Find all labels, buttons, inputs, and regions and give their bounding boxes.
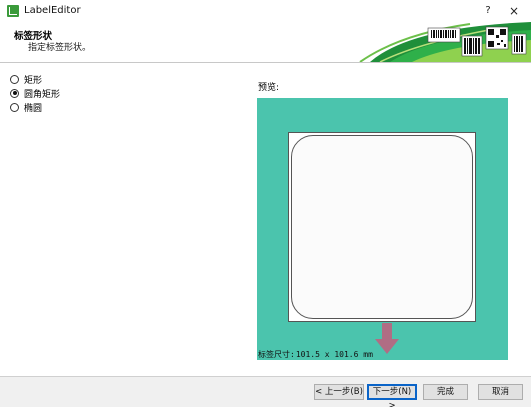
rounded-label-shape <box>291 135 473 319</box>
wizard-footer: < 上一步(B) 下一步(N) > 完成 取消 <box>0 377 531 407</box>
radio-ellipse[interactable]: 椭圆 <box>10 100 60 114</box>
app-logo-icon <box>7 5 19 17</box>
label-size-readout: 标签尺寸:101.5 x 101.6 mm <box>258 349 373 360</box>
cancel-button[interactable]: 取消 <box>478 384 523 400</box>
wizard-header: 标签形状 指定标签形状。 <box>0 22 531 62</box>
preview-area: 标签尺寸:101.5 x 101.6 mm <box>257 98 508 360</box>
radio-rounded-rectangle[interactable]: 圆角矩形 <box>10 86 60 100</box>
back-button[interactable]: < 上一步(B) <box>314 384 364 400</box>
help-button[interactable]: ? <box>479 3 497 19</box>
window-title: LabelEditor <box>24 5 81 16</box>
label-paper <box>288 132 476 322</box>
finish-button[interactable]: 完成 <box>423 384 468 400</box>
page-subtitle: 指定标签形状。 <box>28 43 92 53</box>
title-bar: LabelEditor ? × <box>0 0 531 22</box>
radio-rectangle[interactable]: 矩形 <box>10 72 60 86</box>
preview-label: 预览: <box>258 83 280 93</box>
label-size-caption: 标签尺寸: <box>258 350 295 359</box>
radio-rectangle-label[interactable]: 矩形 <box>24 73 42 86</box>
close-button[interactable]: × <box>505 3 523 19</box>
header-divider <box>0 62 531 63</box>
radio-ellipse-label[interactable]: 椭圆 <box>24 101 42 114</box>
radio-rounded-rectangle-indicator[interactable] <box>10 88 19 98</box>
shape-radio-group: 矩形 圆角矩形 椭圆 <box>10 72 60 114</box>
next-button[interactable]: 下一步(N) > <box>367 384 417 407</box>
radio-rounded-rectangle-label[interactable]: 圆角矩形 <box>24 87 60 100</box>
radio-ellipse-indicator[interactable] <box>10 102 19 112</box>
banner-graphic <box>350 22 531 62</box>
arrow-down-icon <box>375 323 399 358</box>
radio-rectangle-indicator[interactable] <box>10 74 19 84</box>
label-size-value: 101.5 x 101.6 mm <box>295 350 373 359</box>
